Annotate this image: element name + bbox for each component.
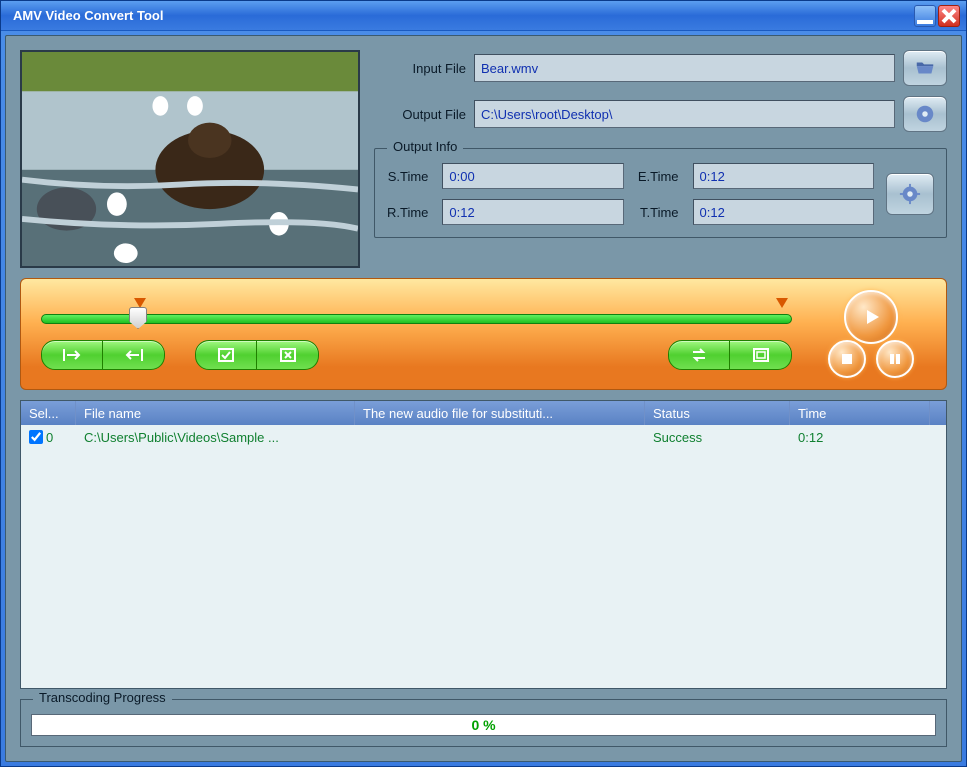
start-marker-icon[interactable] [134,298,146,308]
rtime-field[interactable]: 0:12 [442,199,623,225]
mark-out-icon [123,348,145,362]
th-status[interactable]: Status [645,401,790,425]
deselect-all-button[interactable] [257,340,319,370]
th-filename[interactable]: File name [76,401,355,425]
gear-icon [899,183,921,205]
table-row[interactable]: 0 C:\Users\Public\Videos\Sample ... Succ… [21,425,946,449]
progress-legend: Transcoding Progress [33,690,172,705]
pause-button[interactable] [876,340,914,378]
output-file-field[interactable]: C:\Users\root\Desktop\ [474,100,895,128]
mark-in-icon [61,348,83,362]
row-time: 0:12 [790,430,930,445]
th-time[interactable]: Time [790,401,930,425]
etime-field[interactable]: 0:12 [693,163,874,189]
x-box-icon [280,348,296,362]
output-info-legend: Output Info [387,139,463,154]
output-info-group: Output Info S.Time 0:00 E.Time 0:12 R.Ti… [374,148,947,238]
file-table: Sel... File name The new audio file for … [20,400,947,689]
stime-label: S.Time [387,169,428,184]
progress-group: Transcoding Progress 0 % [20,699,947,747]
fullscreen-icon [753,348,769,362]
row-status: Success [645,430,790,445]
window-title: AMV Video Convert Tool [7,8,912,23]
stop-icon [841,353,853,365]
rtime-label: R.Time [387,205,428,220]
titlebar: AMV Video Convert Tool [1,1,966,31]
etime-label: E.Time [638,169,679,184]
minimize-button[interactable] [914,5,936,27]
disc-icon [914,103,936,125]
play-icon [861,307,881,327]
row-filename: C:\Users\Public\Videos\Sample ... [76,430,355,445]
client-area: Input File Bear.wmv Output File C:\Users… [5,35,962,762]
convert-icon [690,347,708,363]
input-file-label: Input File [374,61,466,76]
progress-bar: 0 % [31,714,936,736]
table-header: Sel... File name The new audio file for … [21,401,946,425]
pause-icon [889,353,901,365]
convert-button[interactable] [668,340,730,370]
row-index: 0 [46,430,53,445]
fullscreen-button[interactable] [730,340,792,370]
input-file-field[interactable]: Bear.wmv [474,54,895,82]
settings-button[interactable] [886,173,934,215]
play-button[interactable] [844,290,898,344]
check-box-icon [218,348,234,362]
ttime-label: T.Time [638,205,679,220]
stop-button[interactable] [828,340,866,378]
end-marker-icon[interactable] [776,298,788,308]
output-file-label: Output File [374,107,466,122]
video-preview [20,50,360,268]
stime-field[interactable]: 0:00 [442,163,623,189]
seek-track [41,314,792,324]
playback-panel [20,278,947,390]
mark-start-button[interactable] [41,340,103,370]
app-window: AMV Video Convert Tool [0,0,967,767]
mark-end-button[interactable] [103,340,165,370]
select-all-button[interactable] [195,340,257,370]
seek-slider[interactable] [41,304,792,328]
play-controls [816,286,926,382]
close-button[interactable] [938,5,960,27]
th-audio[interactable]: The new audio file for substituti... [355,401,645,425]
browse-input-button[interactable] [903,50,947,86]
row-checkbox[interactable] [29,430,43,444]
seek-thumb[interactable] [129,307,147,329]
browse-output-button[interactable] [903,96,947,132]
th-select[interactable]: Sel... [21,401,76,425]
progress-text: 0 % [471,717,495,733]
ttime-field[interactable]: 0:12 [693,199,874,225]
folder-open-icon [914,57,936,79]
